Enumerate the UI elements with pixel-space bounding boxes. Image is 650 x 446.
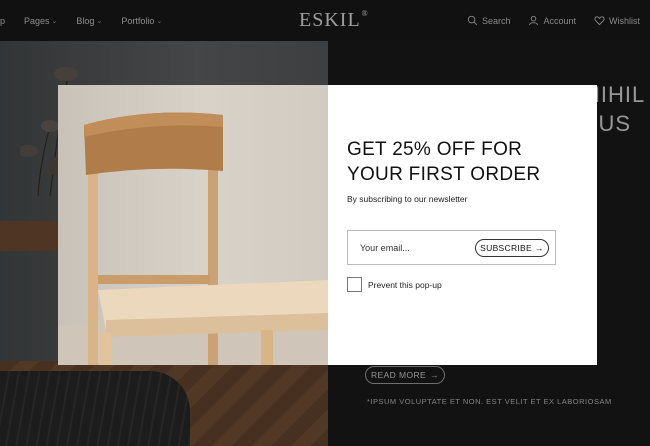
popup-title-line: YOUR FIRST ORDER [347, 164, 541, 185]
prevent-popup-label: Prevent this pop-up [368, 279, 442, 290]
email-field[interactable] [360, 231, 470, 264]
subscribe-button[interactable]: SUBSCRIBE → [475, 239, 549, 257]
popup-content [328, 85, 597, 365]
prevent-popup-checkbox[interactable] [347, 277, 362, 292]
popup-title: GET 25% OFF FOR YOUR FIRST ORDER [347, 137, 540, 187]
wooden-chair-image [84, 112, 328, 365]
prevent-popup-option[interactable]: Prevent this pop-up [347, 277, 442, 292]
newsletter-form: SUBSCRIBE→ [347, 230, 556, 265]
popup-title-line: GET 25% OFF FOR [347, 139, 523, 160]
newsletter-popup [58, 85, 597, 365]
arrow-right-icon: → [535, 243, 544, 253]
popup-image [58, 85, 328, 365]
subscribe-label: SUBSCRIBE [480, 243, 532, 253]
close-icon[interactable]: ✕ [514, 7, 530, 23]
popup-subtitle: By subscribing to our newsletter [347, 194, 468, 204]
